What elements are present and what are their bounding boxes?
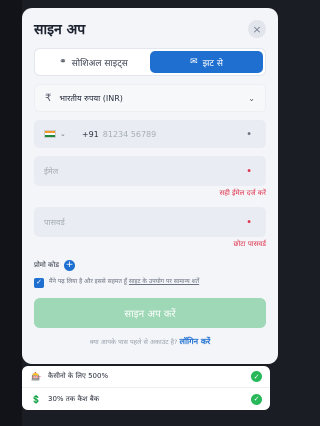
login-link[interactable]: लॉगिन करें — [180, 337, 211, 346]
currency-select[interactable]: ₹ भारतीय रुपया (INR) ⌄ — [34, 84, 266, 112]
login-question: क्या आपके पास पहले से अकाउंट है? — [89, 338, 178, 346]
promo-code-toggle[interactable]: प्रोमो कोड + — [34, 260, 266, 271]
rupee-icon: ₹ — [45, 92, 52, 104]
offer-text: 30% तक कैश बैक — [48, 394, 100, 403]
password-error: छोटा पासवर्ड — [233, 240, 266, 248]
offer-item: 💲 30% तक कैश बैक ✓ — [22, 388, 270, 410]
password-required-dot: • — [246, 216, 252, 228]
offers-card: 🎰 कैसीनो के लिए 500% ✓ 💲 30% तक कैश बैक … — [22, 366, 270, 410]
offer-item: 🎰 कैसीनो के लिए 500% ✓ — [22, 366, 270, 388]
password-placeholder: पासवर्ड — [44, 217, 65, 227]
envelope-icon: ✉ — [190, 57, 198, 67]
currency-value: भारतीय रुपया (INR) — [59, 93, 123, 103]
check-icon: ✓ — [251, 393, 262, 405]
email-required-dot: • — [246, 165, 252, 177]
phone-status-dot: • — [246, 128, 252, 140]
terms-text: मैंने पढ़ लिया है और इससे सहमत हूँ — [49, 278, 127, 285]
password-field[interactable]: पासवर्ड • — [34, 207, 266, 237]
casino-icon: 🎰 — [31, 372, 41, 381]
modal-header: साइन अप × — [34, 18, 266, 40]
cashback-icon: 💲 — [31, 394, 41, 404]
tab-quick[interactable]: ✉ झट से — [150, 51, 263, 73]
phone-prefix: +91 — [81, 129, 99, 139]
tab-social[interactable]: ⚭ सोशिअल साइट्स — [37, 51, 150, 73]
signup-modal: साइन अप × ⚭ सोशिअल साइट्स ✉ झट से ₹ भारत… — [22, 8, 278, 364]
signup-submit-button[interactable]: साइन अप करें — [34, 298, 266, 328]
login-row: क्या आपके पास पहले से अकाउंट है? लॉगिन क… — [34, 336, 266, 347]
page-background — [0, 0, 22, 426]
plus-icon[interactable]: + — [63, 260, 75, 271]
phone-field[interactable]: ⌄ +91 81234 56789 • — [34, 120, 266, 148]
tab-social-label: सोशिअल साइट्स — [71, 58, 128, 69]
country-chevron-icon[interactable]: ⌄ — [60, 130, 66, 138]
email-placeholder: ईमेल — [44, 166, 59, 176]
check-icon: ✓ — [251, 371, 262, 382]
close-button[interactable]: × — [248, 20, 266, 38]
terms-link[interactable]: साइट के उपयोग पर सामान्य शर्तें — [129, 278, 199, 285]
phone-placeholder: 81234 56789 — [102, 129, 157, 139]
link-icon: ⚭ — [59, 57, 67, 67]
terms-text-wrap: मैंने पढ़ लिया है और इससे सहमत हूँ साइट … — [49, 278, 199, 286]
signup-tabs: ⚭ सोशिअल साइट्स ✉ झट से — [34, 48, 266, 76]
modal-title: साइन अप — [34, 21, 86, 38]
email-error: सही ईमेल दर्ज करें — [219, 189, 266, 197]
terms-row: ✓ मैंने पढ़ लिया है और इससे सहमत हूँ साइ… — [34, 278, 266, 288]
email-field[interactable]: ईमेल • — [34, 156, 266, 186]
chevron-down-icon: ⌄ — [248, 93, 255, 103]
india-flag-icon — [44, 130, 56, 138]
promo-code-label: प्रोमो कोड — [34, 261, 59, 269]
tab-quick-label: झट से — [202, 58, 223, 69]
offer-text: कैसीनो के लिए 500% — [48, 372, 109, 380]
close-icon: × — [252, 22, 262, 36]
terms-checkbox[interactable]: ✓ — [34, 278, 44, 288]
